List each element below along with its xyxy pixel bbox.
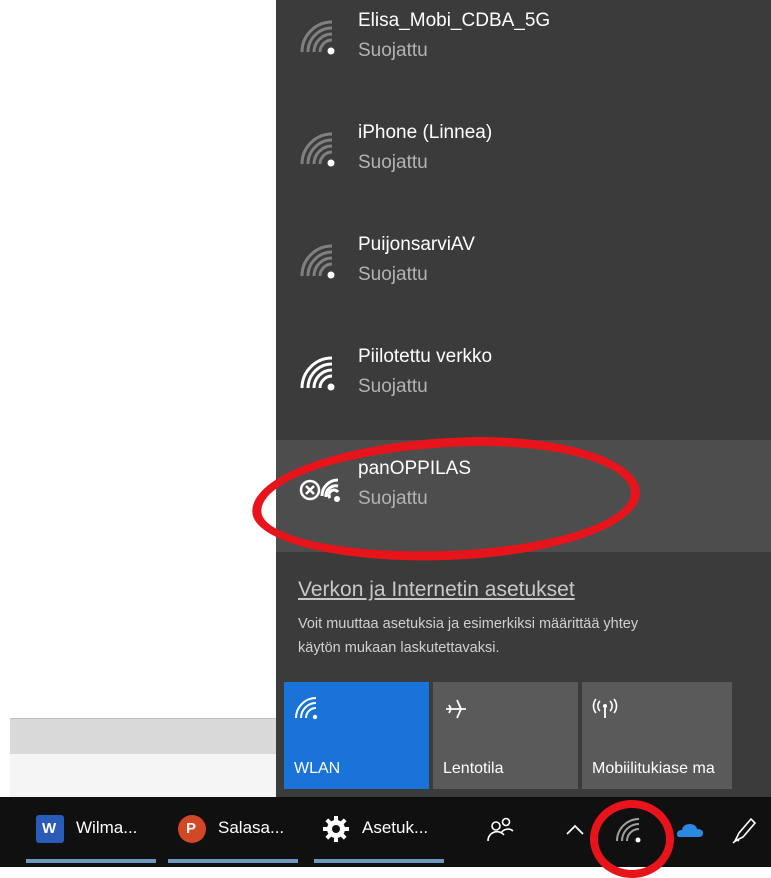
background-window-bar <box>10 718 276 755</box>
mobile-hotspot-tile[interactable]: Mobiilitukiase ma <box>582 682 732 789</box>
powerpoint-icon: P <box>178 815 206 843</box>
airplane-icon <box>446 699 466 719</box>
network-name: Piilotettu verkko <box>358 346 493 367</box>
gear-icon <box>323 816 349 842</box>
wifi-weak-icon <box>300 20 335 55</box>
wifi-weak-icon <box>300 132 335 167</box>
airplane-mode-tile[interactable]: Lentotila <box>433 682 578 789</box>
network-status: Suojattu <box>358 152 428 173</box>
description-line: Voit muuttaa asetuksia ja esimerkiksi mä… <box>298 616 639 632</box>
tile-label: Lentotila <box>443 760 504 777</box>
wifi-weak-icon <box>300 244 335 279</box>
word-icon: W <box>36 815 64 843</box>
network-flyout: Elisa_Mobi_CDBA_5G Suojattu iPhone (Linn… <box>276 0 771 797</box>
network-item[interactable]: Piilotettu verkko Suojattu <box>276 328 771 440</box>
network-name: Elisa_Mobi_CDBA_5G <box>358 10 551 31</box>
taskbar: W Wilma... P Salasa... Asetuk... <box>0 797 771 867</box>
background-window <box>0 0 276 797</box>
chevron-up-icon[interactable] <box>558 813 592 847</box>
network-settings-link[interactable]: Verkon ja Internetin asetukset <box>298 578 575 602</box>
tile-label: Mobiilitukiase ma <box>592 760 715 777</box>
taskbar-app-indicator <box>26 859 156 863</box>
network-item[interactable]: PuijonsarviAV Suojattu <box>276 216 771 328</box>
taskbar-app-label: Salasa... <box>218 818 285 837</box>
network-status: Suojattu <box>358 40 428 61</box>
onedrive-cloud-icon[interactable] <box>673 813 707 847</box>
taskbar-app-powerpoint[interactable]: P Salasa... <box>178 811 308 847</box>
network-status: Suojattu <box>358 488 428 509</box>
network-settings-description: Voit muuttaa asetuksia ja esimerkiksi mä… <box>298 612 768 660</box>
mobile-hotspot-icon <box>592 698 618 718</box>
taskbar-app-word[interactable]: W Wilma... <box>36 811 166 847</box>
taskbar-app-indicator <box>314 859 444 863</box>
tile-label: WLAN <box>294 760 341 777</box>
taskbar-app-settings[interactable]: Asetuk... <box>322 811 452 847</box>
wifi-icon[interactable] <box>611 813 645 847</box>
taskbar-app-label: Wilma... <box>76 818 138 837</box>
wlan-toggle-tile[interactable]: WLAN <box>284 682 429 789</box>
network-item-selected[interactable]: panOPPILAS Suojattu <box>276 440 771 552</box>
people-icon[interactable] <box>483 813 517 847</box>
wifi-error-icon <box>299 478 340 502</box>
network-name: iPhone (Linnea) <box>358 122 493 143</box>
network-status: Suojattu <box>358 264 428 285</box>
network-name: panOPPILAS <box>358 458 472 479</box>
background-window-footer <box>10 754 276 797</box>
taskbar-app-indicator <box>168 859 298 863</box>
description-line: käytön mukaan laskutettavaksi. <box>298 640 500 656</box>
taskbar-app-label: Asetuk... <box>362 818 429 837</box>
network-status: Suojattu <box>358 376 428 397</box>
network-item[interactable]: iPhone (Linnea) Suojattu <box>276 104 771 216</box>
network-name: PuijonsarviAV <box>358 234 475 255</box>
pen-icon[interactable] <box>727 813 761 847</box>
wifi-full-icon <box>300 356 335 391</box>
wifi-icon <box>295 697 318 720</box>
network-item[interactable]: Elisa_Mobi_CDBA_5G Suojattu <box>276 0 771 104</box>
